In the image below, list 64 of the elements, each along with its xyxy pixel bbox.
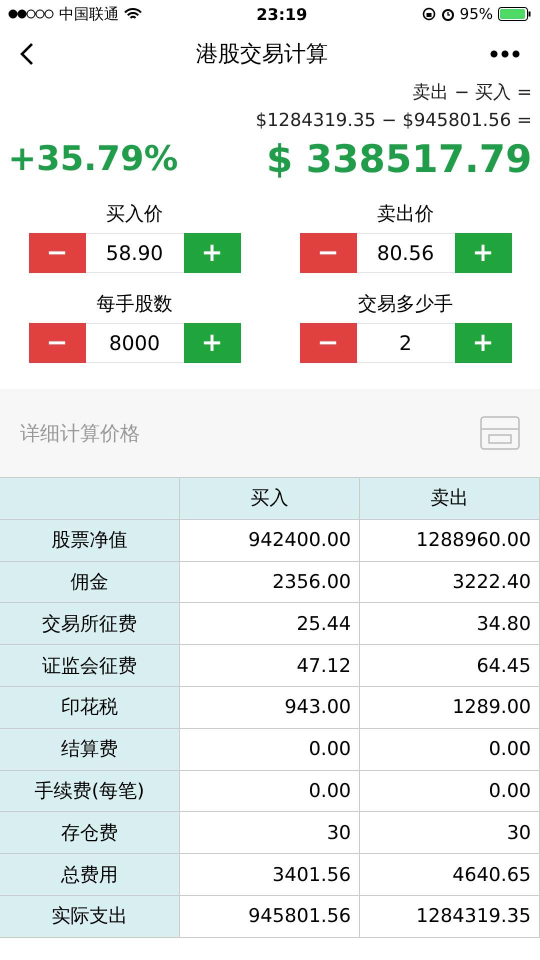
row-label: 交易所征费 [0,603,180,646]
minus-button[interactable]: − [28,323,86,363]
number-field[interactable]: 8000 [86,323,184,363]
profit-percent: +35.79% [8,139,178,179]
field-label: 交易多少手 [358,292,453,317]
formula-text: 卖出 − 买入 = [412,81,532,104]
number-field[interactable]: 58.90 [86,233,184,273]
table-cell: 0.00 [180,770,360,812]
table-cell: 943.00 [180,686,360,729]
carrier-name: 中国联通 [59,4,119,24]
minus-button[interactable]: − [28,233,86,273]
plus-button[interactable]: + [184,233,240,273]
lock-rotation-icon [422,7,436,21]
table-cell: 945801.56 [180,896,360,938]
signal-icon [8,9,54,19]
battery-percent: 95% [460,5,493,23]
table-cell: 1284319.35 [360,896,540,938]
profit-amount: $ 338517.79 [266,137,532,181]
plus-button[interactable]: + [454,323,512,363]
table-cell: 1288960.00 [360,520,540,562]
minus-button[interactable]: − [300,233,356,273]
minus-button[interactable]: − [300,323,356,363]
field-label: 卖出价 [377,202,434,227]
table-cell: 3222.40 [360,562,540,604]
table-cell: 30 [180,812,360,854]
table-cell: 47.12 [180,645,360,687]
row-label: 证监会征费 [0,645,180,687]
formula-values: $1284319.35 − $945801.56 = [256,110,532,131]
table-cell: 2356.00 [180,562,360,604]
table-cell: 34.80 [360,603,540,646]
table-cell: 1289.00 [360,686,540,729]
table-cell: 30 [360,812,540,854]
column-header: 买入 [180,478,360,520]
plus-button[interactable]: + [184,323,240,363]
row-label: 实际支出 [0,896,180,938]
battery-icon [498,7,532,21]
table-cell: 0.00 [360,770,540,812]
page-title: 港股交易计算 [196,41,328,69]
table-cell: 4640.65 [360,854,540,896]
field-label: 买入价 [106,202,163,227]
table-cell: 0.00 [360,728,540,771]
column-header: 卖出 [360,478,540,520]
table-cell: 3401.56 [180,854,360,896]
clock-time: 23:19 [256,4,308,24]
row-label: 手续费(每笔) [0,770,180,812]
table-cell: 0.00 [180,728,360,771]
plus-button[interactable]: + [454,233,512,273]
alarm-icon [440,7,455,21]
more-icon[interactable] [490,50,520,58]
table-cell: 942400.00 [180,520,360,562]
number-field[interactable]: 2 [356,323,454,363]
row-label: 印花税 [0,686,180,729]
row-label: 佣金 [0,562,180,604]
section-title: 详细计算价格 [20,420,140,446]
back-icon[interactable] [20,42,34,66]
field-label: 每手股数 [96,292,172,317]
number-field[interactable]: 80.56 [356,233,454,273]
table-cell: 64.45 [360,645,540,687]
wifi-icon [124,8,142,20]
row-label: 总费用 [0,854,180,896]
row-label: 存仓费 [0,812,180,854]
row-label: 股票净值 [0,520,180,562]
row-label: 结算费 [0,728,180,771]
table-cell: 25.44 [180,603,360,646]
